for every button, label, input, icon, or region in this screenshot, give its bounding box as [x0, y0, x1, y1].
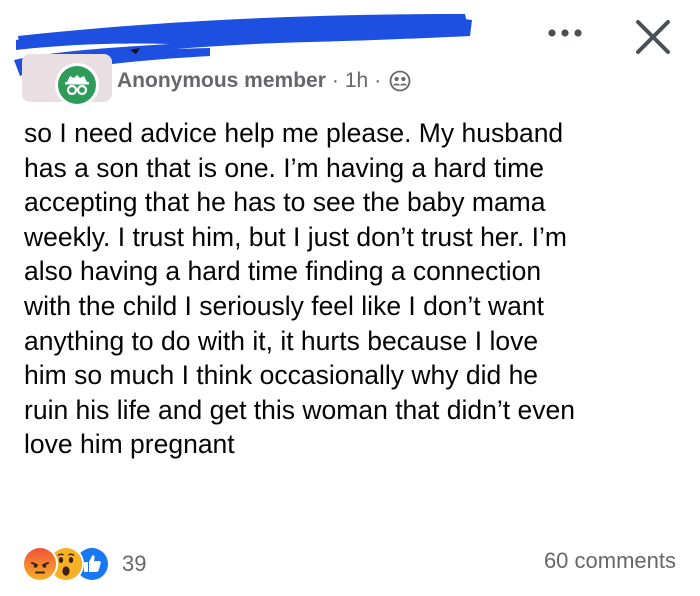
meta-separator-2: ·	[374, 69, 382, 92]
comments-link[interactable]: 60 comments	[544, 548, 676, 574]
post-line: love him pregnant	[24, 429, 235, 460]
post-time[interactable]: 1h	[345, 69, 368, 93]
avatar[interactable]	[55, 63, 99, 107]
post-meta: Anonymous member · 1h ·	[117, 66, 411, 96]
post-line: him so much I think occasionally why did…	[24, 360, 539, 391]
more-options-icon	[547, 25, 583, 43]
author-name[interactable]: Anonymous member	[117, 69, 326, 93]
meta-separator: ·	[331, 69, 339, 92]
post-line: weekly. I trust him, but I just don’t tr…	[24, 221, 567, 252]
post-line: accepting that he has to see the baby ma…	[24, 187, 546, 218]
post-line: also having a hard time finding a connec…	[24, 256, 542, 287]
close-button[interactable]	[630, 14, 676, 60]
friends-icon	[389, 70, 411, 92]
post-line: so I need advice help me please. My husb…	[24, 118, 564, 148]
reactions-summary[interactable]: 39	[22, 545, 146, 583]
post-line: with the child I seriously feel like I d…	[24, 290, 544, 321]
post-line: ruin his life and get this woman that di…	[24, 394, 575, 425]
post-line: anything to do with it, it hurts because…	[24, 325, 539, 356]
reaction-count: 39	[122, 551, 147, 576]
post-text: so I need advice help me please. My husb…	[24, 116, 690, 462]
close-icon	[630, 20, 676, 64]
post-line: has a son that is one. I’m having a hard…	[24, 152, 544, 183]
angry-icon	[22, 546, 58, 582]
more-options-button[interactable]	[545, 22, 585, 46]
anonymous-icon	[58, 66, 96, 104]
post-card: Anonymous member · 1h · so I need advice…	[0, 0, 700, 596]
